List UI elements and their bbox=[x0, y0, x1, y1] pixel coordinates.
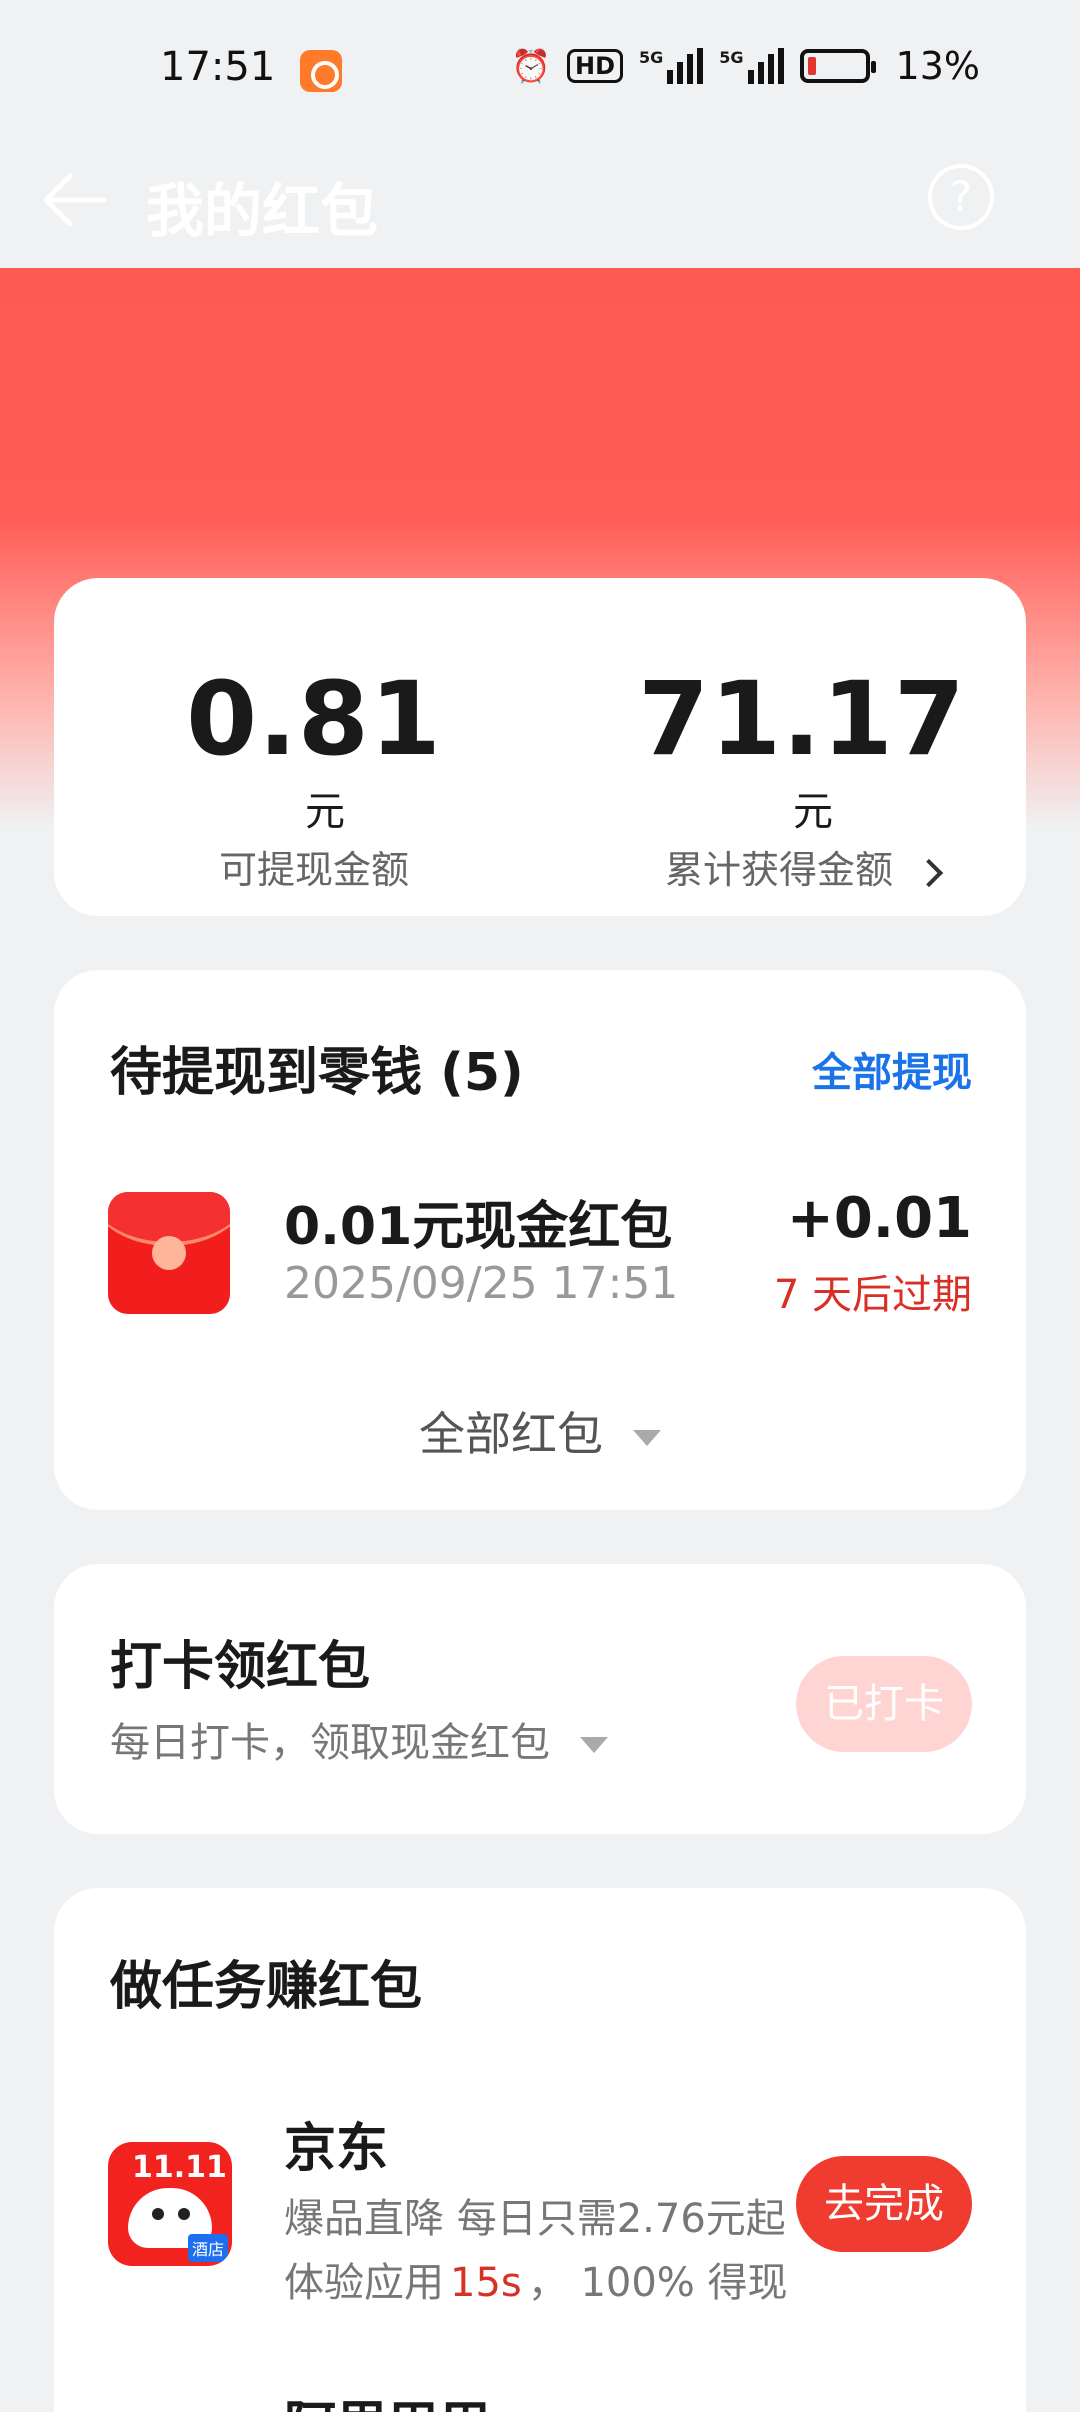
checkin-subtitle[interactable]: 每日打卡，领取现金红包 bbox=[110, 1710, 608, 1768]
back-arrow-icon[interactable] bbox=[38, 170, 108, 230]
task-note: 体验应用 15s， 100% 得现 bbox=[284, 2260, 788, 2306]
withdrawable-value: 0.81 bbox=[186, 660, 442, 779]
pending-title: 待提现到零钱 (5) bbox=[110, 1043, 524, 1103]
battery-icon bbox=[799, 49, 876, 83]
withdrawable-label: 可提现金额 bbox=[218, 848, 409, 892]
total-label: 累计获得金额 bbox=[664, 848, 893, 892]
pending-withdraw-card: 待提现到零钱 (5) 全部提现 0.01元现金红包 2025/09/25 17:… bbox=[54, 970, 1026, 1510]
task-description: 爆品直降 每日只需2.76元起 bbox=[284, 2196, 784, 2242]
withdrawable-amount: 0.81 元 可提现金额 bbox=[164, 660, 464, 894]
chevron-right-icon bbox=[914, 858, 944, 888]
task-name: 阿里巴巴 bbox=[284, 2384, 492, 2412]
checkin-title: 打卡领红包 bbox=[110, 1637, 371, 1697]
all-red-packets-toggle[interactable]: 全部红包 bbox=[54, 1398, 1026, 1464]
all-red-packets-label: 全部红包 bbox=[419, 1407, 603, 1461]
checked-in-button[interactable]: 已打卡 bbox=[796, 1656, 972, 1752]
header: 我的红包 ? bbox=[0, 140, 1080, 268]
signal-icon: 5G bbox=[639, 48, 704, 84]
red-packet-icon bbox=[108, 1192, 230, 1314]
status-time: 17:51 bbox=[160, 44, 276, 90]
total-value: 71.17 bbox=[638, 660, 966, 779]
help-icon[interactable]: ? bbox=[928, 164, 994, 230]
page-title: 我的红包 bbox=[146, 177, 379, 245]
status-bar: 17:51 ⏰ HD 5G 5G 13% bbox=[0, 0, 1080, 140]
caret-down-icon bbox=[633, 1429, 661, 1446]
alarm-icon: ⏰ bbox=[511, 47, 551, 85]
jd-app-icon: 11.11 酒店 bbox=[108, 2142, 232, 2266]
task-name: 京东 bbox=[284, 2119, 389, 2179]
status-icons: ⏰ HD 5G 5G 13% bbox=[511, 44, 980, 88]
caret-down-icon bbox=[580, 1737, 608, 1753]
withdraw-all-button[interactable]: 全部提现 bbox=[812, 1040, 972, 1098]
tasks-card: 做任务赚红包 11.11 酒店 京东 爆品直降 每日只需2.76元起 体验应用 1… bbox=[54, 1888, 1026, 2412]
red-packet-time: 2025/09/25 17:51 bbox=[284, 1258, 679, 1309]
red-packet-amount: +0.01 bbox=[786, 1186, 972, 1251]
signal-icon-2: 5G bbox=[719, 48, 784, 84]
battery-percent: 13% bbox=[895, 44, 980, 88]
total-earned[interactable]: 71.17 元 累计获得金额 bbox=[622, 660, 982, 894]
red-packet-expire: 7 天后过期 bbox=[773, 1272, 972, 1318]
withdrawable-unit: 元 bbox=[305, 789, 345, 835]
balance-summary-card: 0.81 元 可提现金额 71.17 元 累计获得金额 bbox=[54, 578, 1026, 916]
hd-icon: HD bbox=[566, 49, 623, 83]
checkin-card: 打卡领红包 每日打卡，领取现金红包 已打卡 bbox=[54, 1564, 1026, 1834]
red-packet-title: 0.01元现金红包 bbox=[284, 1197, 673, 1257]
tasks-title: 做任务赚红包 bbox=[110, 1957, 423, 2017]
go-complete-button[interactable]: 去完成 bbox=[796, 2156, 972, 2252]
notification-app-icon bbox=[300, 50, 342, 92]
total-unit: 元 bbox=[793, 789, 833, 835]
